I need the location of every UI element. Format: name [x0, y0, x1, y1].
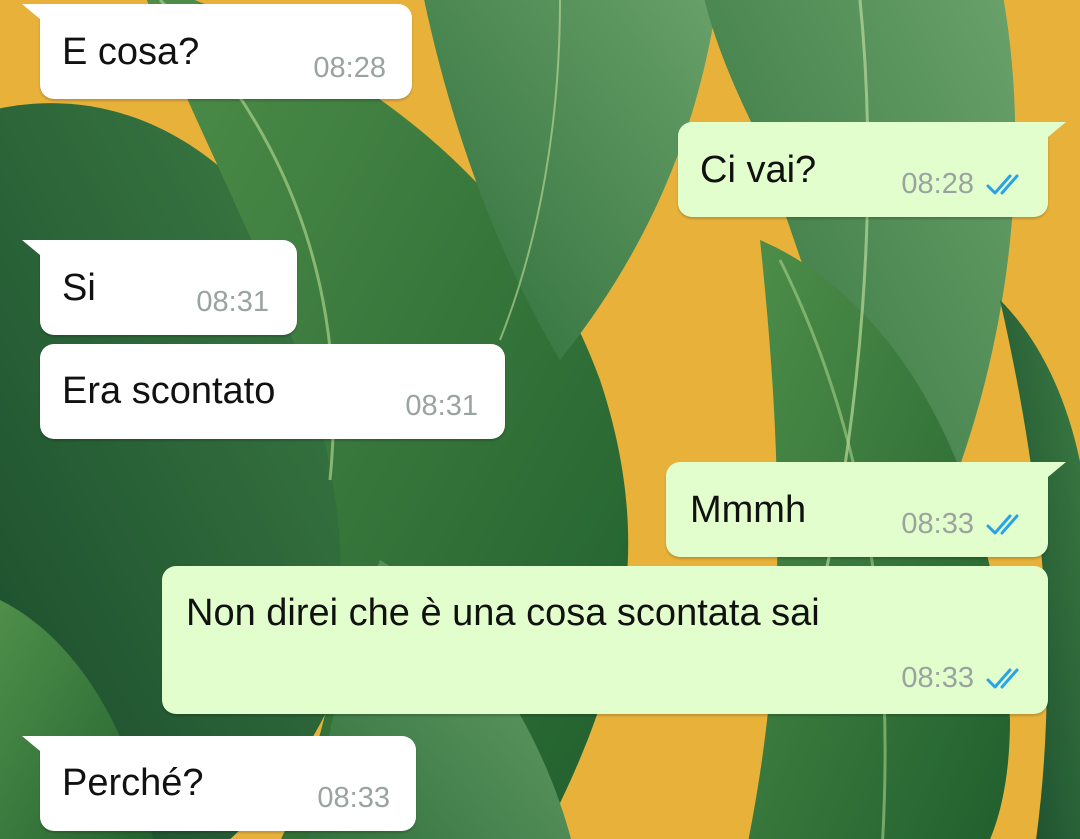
- message-text: E cosa?: [62, 31, 200, 73]
- bubble-tail: [1042, 122, 1066, 142]
- message-text: Ci vai?: [700, 149, 817, 191]
- message-list[interactable]: E cosa? 08:28 Ci vai? 08:28 Si 08:31 Era…: [0, 0, 1080, 839]
- message-meta: 08:31: [196, 288, 269, 317]
- message-meta: 08:33: [901, 510, 1028, 539]
- outgoing-message-bubble[interactable]: Mmmh 08:33: [666, 462, 1066, 557]
- message-text: Non direi che è una cosa scontata sai: [186, 592, 820, 634]
- message-time: 08:28: [901, 168, 974, 200]
- message-time: 08:31: [405, 390, 478, 422]
- message-text: Si: [62, 267, 96, 309]
- bubble-tail: [1042, 462, 1066, 482]
- message-time: 08:33: [317, 782, 390, 814]
- message-text: Era scontato: [62, 370, 276, 412]
- message-time: 08:33: [901, 508, 974, 540]
- outgoing-message-bubble[interactable]: Ci vai? 08:28: [678, 122, 1066, 217]
- message-text: Perché?: [62, 762, 204, 804]
- message-meta: 08:33: [901, 664, 1028, 693]
- message-time: 08:33: [901, 662, 974, 694]
- outgoing-message-bubble[interactable]: Non direi che è una cosa scontata sai 08…: [162, 566, 1048, 714]
- message-meta: 08:33: [317, 784, 390, 813]
- bubble-tail: [22, 736, 46, 756]
- double-check-read-icon: [986, 514, 1019, 534]
- incoming-message-bubble[interactable]: Era scontato 08:31: [40, 344, 505, 439]
- message-meta: 08:31: [405, 392, 478, 421]
- bubble-tail: [22, 4, 46, 24]
- incoming-message-bubble[interactable]: Perché? 08:33: [22, 736, 416, 831]
- double-check-read-icon: [986, 668, 1019, 688]
- message-time: 08:31: [196, 286, 269, 318]
- message-meta: 08:28: [313, 54, 386, 83]
- incoming-message-bubble[interactable]: Si 08:31: [22, 240, 297, 335]
- double-check-read-icon: [986, 174, 1019, 194]
- message-time: 08:28: [313, 52, 386, 84]
- bubble-tail: [22, 240, 46, 260]
- incoming-message-bubble[interactable]: E cosa? 08:28: [22, 4, 412, 99]
- message-text: Mmmh: [690, 489, 807, 531]
- message-meta: 08:28: [901, 170, 1028, 199]
